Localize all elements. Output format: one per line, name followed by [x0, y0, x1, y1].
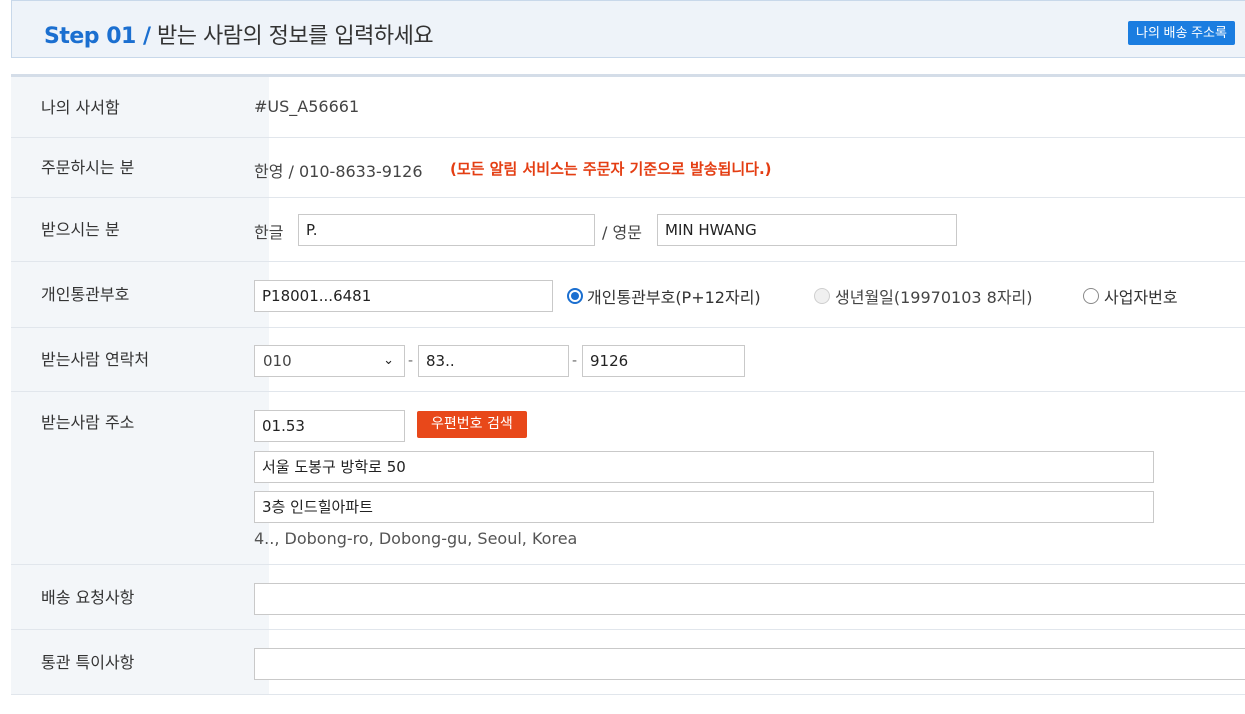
row-contact: 받는사람 연락처 010 ⌄ - 83.. - 9126	[11, 328, 1245, 392]
row-recipient: 받으시는 분 한글 P. / 영문 MIN HWANG	[11, 198, 1245, 262]
phone-last-input[interactable]: 9126	[582, 345, 745, 377]
radio-business-number-label[interactable]: 사업자번호	[1104, 284, 1178, 308]
customs-notes-input[interactable]	[254, 648, 1245, 680]
customs-code-input[interactable]: P18001...6481	[254, 280, 553, 312]
customs-notes-label: 통관 특이사항	[11, 630, 269, 694]
po-box-value: #US_A56661	[254, 97, 360, 116]
customs-code-label: 개인통관부호	[11, 262, 269, 327]
orderer-value: 한영 / 010-8633-9126	[254, 162, 423, 181]
radio-customs-code[interactable]	[567, 288, 583, 304]
row-delivery-request: 배송 요청사항	[11, 565, 1245, 630]
po-box-label: 나의 사서함	[11, 77, 269, 137]
phone-separator-2: -	[572, 353, 578, 369]
row-orderer: 주문하시는 분 한영 / 010-8633-9126 (모든 알림 서비스는 주…	[11, 138, 1245, 198]
step-indicator: Step 01 /	[44, 24, 151, 49]
phone-separator-1: -	[408, 353, 414, 369]
radio-birthdate-label: 생년월일(19970103 8자리)	[835, 288, 1033, 307]
recipient-label: 받으시는 분	[11, 198, 269, 261]
english-name-input[interactable]: MIN HWANG	[657, 214, 957, 246]
address-label: 받는사람 주소	[11, 392, 269, 564]
section-title: Step 01 / 받는 사람의 정보를 입력하세요	[44, 18, 434, 50]
contact-label: 받는사람 연락처	[11, 328, 269, 391]
row-address: 받는사람 주소 01.53 우편번호 검색 서울 도봉구 방학로 50 3층 인…	[11, 392, 1245, 565]
korean-name-input[interactable]: P.	[298, 214, 595, 246]
radio-business-number[interactable]	[1083, 288, 1099, 304]
row-customs-code: 개인통관부호 P18001...6481 개인통관부호(P+12자리) 생년월일…	[11, 262, 1245, 328]
radio-customs-code-label[interactable]: 개인통관부호(P+12자리)	[587, 284, 761, 308]
korean-name-label: 한글	[254, 223, 284, 242]
radio-birthdate	[814, 288, 830, 304]
delivery-request-label: 배송 요청사항	[11, 565, 269, 629]
chevron-down-icon: ⌄	[383, 353, 394, 368]
english-address: 4.., Dobong-ro, Dobong-gu, Seoul, Korea	[254, 529, 578, 548]
address-line2-input[interactable]: 3층 인드힐아파트	[254, 491, 1154, 523]
row-customs-notes: 통관 특이사항	[11, 630, 1245, 695]
phone-middle-input[interactable]: 83..	[418, 345, 569, 377]
orderer-label: 주문하시는 분	[11, 138, 269, 197]
delivery-request-input[interactable]	[254, 583, 1245, 615]
phone-prefix-select[interactable]: 010 ⌄	[254, 345, 405, 377]
zipcode-input[interactable]: 01.53	[254, 410, 405, 442]
english-name-label: / 영문	[602, 223, 642, 242]
phone-prefix-value: 010	[263, 352, 292, 370]
zipcode-search-button[interactable]: 우편번호 검색	[417, 411, 527, 438]
section-header: Step 01 / 받는 사람의 정보를 입력하세요 나의 배송 주소록	[11, 0, 1245, 58]
row-po-box: 나의 사서함 #US_A56661	[11, 77, 1245, 138]
notification-notice: (모든 알림 서비스는 주문자 기준으로 발송됩니다.)	[450, 160, 772, 178]
section-title-text: 받는 사람의 정보를 입력하세요	[157, 24, 434, 49]
address-line1-input[interactable]: 서울 도봉구 방학로 50	[254, 451, 1154, 483]
address-book-button[interactable]: 나의 배송 주소록	[1128, 21, 1235, 45]
